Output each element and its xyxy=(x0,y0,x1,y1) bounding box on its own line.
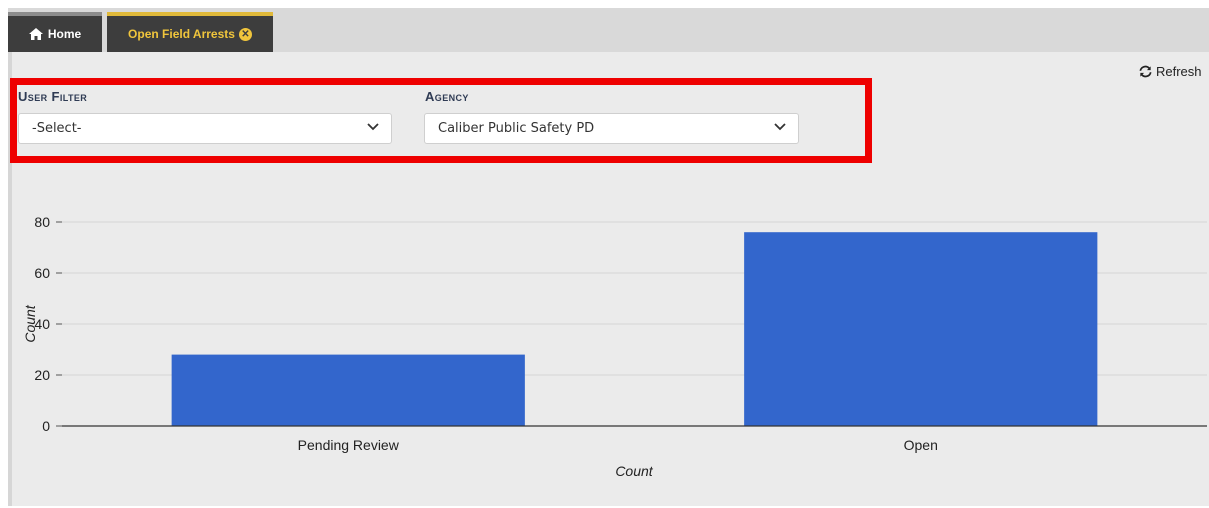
user-filter-select[interactable]: -Select- xyxy=(18,113,392,144)
bar-open[interactable] xyxy=(744,232,1098,426)
user-filter-label: User Filter xyxy=(18,89,88,104)
x-tick-label: Open xyxy=(904,437,938,453)
chevron-down-icon xyxy=(367,123,379,131)
refresh-label: Refresh xyxy=(1156,64,1202,79)
y-tick-label: 20 xyxy=(34,367,50,383)
refresh-icon xyxy=(1139,65,1152,78)
agency-select[interactable]: Caliber Public Safety PD xyxy=(424,113,799,144)
chevron-down-icon xyxy=(774,123,786,131)
x-axis-title: Count xyxy=(615,463,653,479)
tab-open-field-arrests-label: Open Field Arrests xyxy=(128,27,235,41)
refresh-button[interactable]: Refresh xyxy=(1138,64,1202,79)
tab-home[interactable]: Home xyxy=(8,12,102,52)
y-tick-label: 60 xyxy=(34,265,50,281)
y-axis-title: Count xyxy=(22,304,38,342)
x-tick-label: Pending Review xyxy=(298,437,400,453)
y-tick-label: 80 xyxy=(34,214,50,230)
close-tab-icon[interactable]: ✕ xyxy=(238,27,252,41)
bar-pending-review[interactable] xyxy=(171,354,525,426)
agency-label: Agency xyxy=(425,89,469,104)
tab-home-label: Home xyxy=(47,27,82,41)
tab-open-field-arrests[interactable]: Open Field Arrests ✕ xyxy=(107,12,273,52)
home-icon xyxy=(28,28,43,40)
user-filter-value: -Select- xyxy=(32,121,82,136)
y-tick-label: 0 xyxy=(42,418,50,434)
agency-value: Caliber Public Safety PD xyxy=(438,121,595,136)
